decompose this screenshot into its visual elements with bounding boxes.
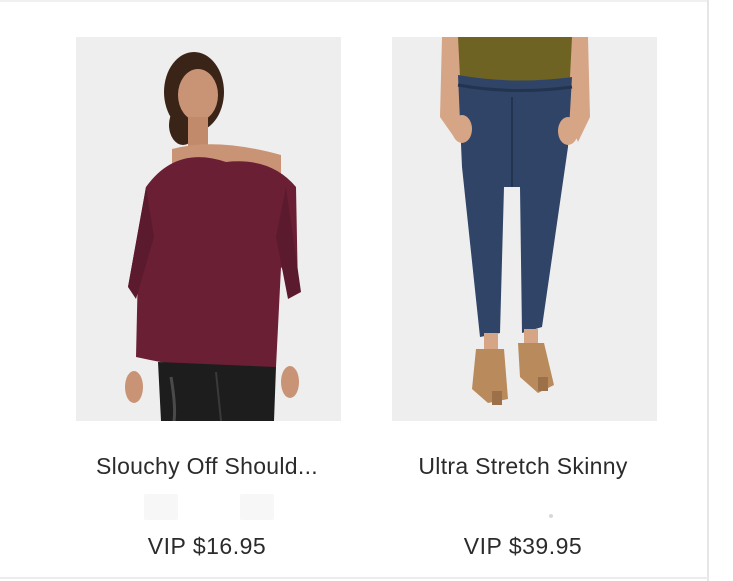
product-image[interactable] [392, 37, 657, 421]
product-card-skinny-jeans[interactable]: Ultra Stretch Skinny VIP $39.95 [373, 0, 673, 581]
product-image[interactable] [76, 37, 341, 421]
product-card-slouchy-top[interactable]: Slouchy Off Should... VIP $16.95 [50, 0, 350, 581]
color-swatch[interactable] [240, 494, 274, 520]
product-photo-icon [76, 37, 341, 421]
product-grid: Slouchy Off Should... VIP $16.95 Ultra S… [0, 0, 733, 581]
product-price: VIP $16.95 [147, 533, 267, 559]
product-price: VIP $39.95 [463, 533, 583, 559]
product-photo-icon [392, 37, 657, 421]
right-divider [707, 0, 709, 581]
product-name[interactable]: Ultra Stretch Skinny [373, 453, 673, 480]
product-name[interactable]: Slouchy Off Should... [57, 453, 357, 480]
color-swatch[interactable] [144, 494, 178, 520]
color-swatch-indicator [549, 514, 553, 518]
